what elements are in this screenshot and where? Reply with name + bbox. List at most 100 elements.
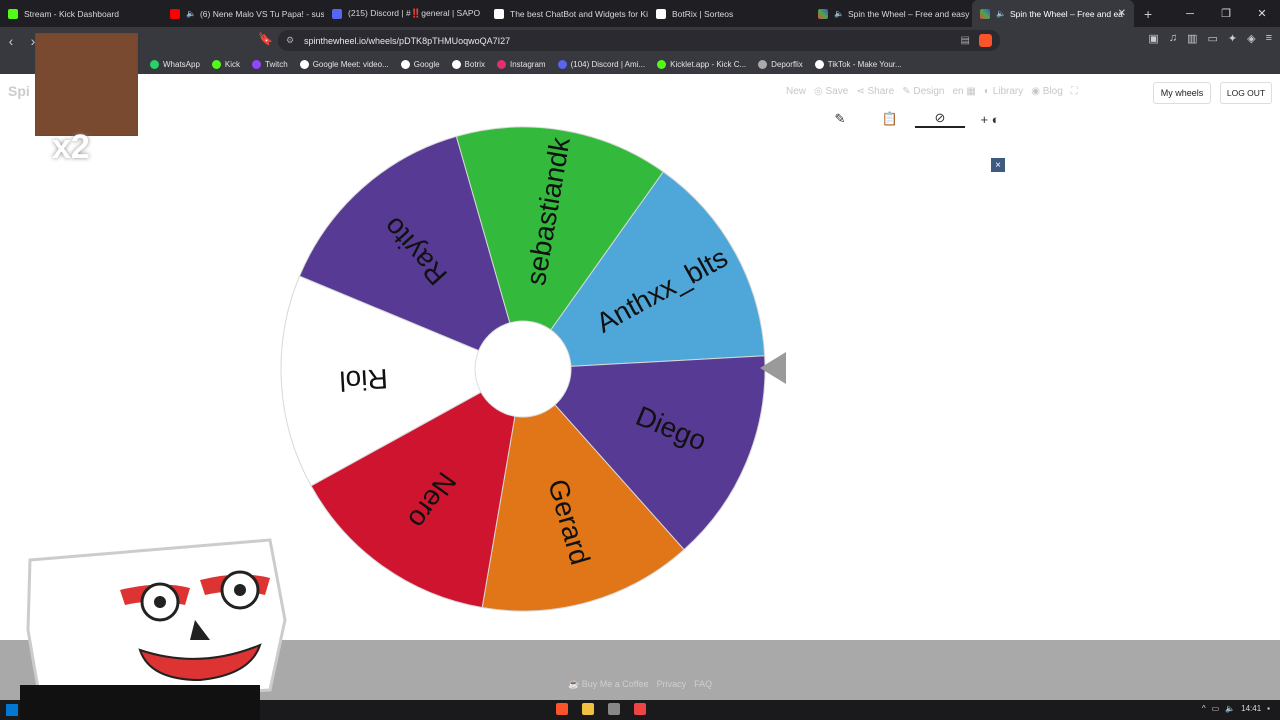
- instagram-icon: [497, 59, 506, 69]
- bookmark-icon[interactable]: 🔖: [258, 32, 273, 46]
- menu-new[interactable]: New: [786, 86, 806, 97]
- vpn-app-icon[interactable]: [634, 703, 646, 715]
- window-controls: ─ ❐ ✕: [1172, 0, 1280, 27]
- webcam-face-overlay: [35, 33, 138, 136]
- kick-icon: [8, 8, 18, 19]
- diamond-icon: [494, 8, 504, 19]
- diamond-icon: [656, 8, 666, 19]
- youtube-icon: [170, 8, 180, 19]
- tab-spinwheel-1[interactable]: 🔈 Spin the Wheel – Free and easy: [810, 0, 972, 27]
- top-menu: New ◎ Save ⋖ Share ✎ Design en ▦ ◐ Libra…: [786, 86, 1078, 97]
- bookmarks-bar: WhatsApp Kick Twitch Google Meet: video.…: [0, 54, 1280, 74]
- bookmark-google-meet[interactable]: Google Meet: video...: [299, 59, 389, 69]
- wheel-pointer-icon: [760, 352, 786, 384]
- my-wheels-button[interactable]: My wheels: [1153, 82, 1211, 104]
- coffee-icon: ☕: [568, 679, 582, 689]
- spin-wheel[interactable]: sebastiandk Anthxx_blts Diego Gerard Nero Rio…: [280, 126, 770, 621]
- bookmark-discord[interactable]: (104) Discord | Ami...: [557, 59, 645, 69]
- privacy-link[interactable]: Privacy: [657, 679, 687, 690]
- bookmark-kick[interactable]: Kick: [211, 59, 240, 69]
- back-icon[interactable]: ‹: [0, 33, 22, 49]
- bookmark-kicklet[interactable]: Kicklet.app - Kick C...: [657, 59, 746, 69]
- bookmark-botrix[interactable]: Botrix: [451, 59, 485, 69]
- fullscreen-icon[interactable]: ⛶: [1071, 86, 1078, 97]
- hide-eye-icon[interactable]: ⊘: [915, 110, 965, 128]
- vpn-icon[interactable]: ◈: [1247, 32, 1255, 45]
- color-wheel-icon: ◉: [1031, 86, 1043, 97]
- kicklet-icon: [657, 59, 667, 69]
- globe-icon: ◐: [983, 86, 993, 97]
- tab-bar: Stream - Kick Dashboard 🔈 (6) Nene Malo V…: [0, 0, 1280, 27]
- folder-app-icon[interactable]: [582, 703, 594, 715]
- coffee-link[interactable]: ☕ Buy Me a Coffee: [568, 679, 649, 690]
- new-tab-button[interactable]: +: [1134, 6, 1152, 22]
- site-settings-icon[interactable]: ⚙: [286, 35, 294, 46]
- wheel-icon: [818, 8, 828, 19]
- brave-shield-icon[interactable]: [979, 34, 992, 47]
- menu-library[interactable]: ◐ Library: [984, 86, 1023, 97]
- close-panel-button[interactable]: ×: [991, 158, 1005, 172]
- bookmark-whatsapp[interactable]: WhatsApp: [150, 59, 200, 69]
- diamond-icon: [451, 59, 461, 69]
- discord-icon: [332, 8, 342, 19]
- speaker-icon: 🔈: [996, 9, 1006, 18]
- screenshot-icon[interactable]: ▣: [1148, 32, 1158, 45]
- menu-share[interactable]: ⋖ Share: [856, 86, 894, 97]
- brave-app-icon[interactable]: [556, 703, 568, 715]
- menu-language[interactable]: en ▦: [953, 86, 976, 97]
- leo-icon[interactable]: ✦: [1228, 32, 1237, 45]
- obs-app-icon[interactable]: [608, 703, 620, 715]
- speaker-icon: 🔈: [834, 9, 844, 18]
- clock[interactable]: 14:41: [1241, 704, 1261, 713]
- bookmark-instagram[interactable]: Instagram: [497, 59, 546, 69]
- tab-chatbot[interactable]: The best ChatBot and Widgets for Ki: [486, 0, 648, 27]
- reader-icon[interactable]: ▤: [961, 35, 970, 46]
- logout-button[interactable]: LOG OUT: [1220, 82, 1272, 104]
- tab-youtube[interactable]: 🔈 (6) Nene Malo VS Tu Papa! - sus: [162, 0, 324, 27]
- notifications-icon[interactable]: ▪: [1267, 704, 1270, 713]
- google-icon: [400, 59, 410, 69]
- tab-kick-dashboard[interactable]: Stream - Kick Dashboard: [0, 0, 162, 27]
- speaker-icon: 🔈: [186, 9, 196, 18]
- entries-list-icon[interactable]: 📋: [865, 111, 915, 127]
- sidebar-icon[interactable]: ▥: [1187, 32, 1197, 45]
- skull-sticker-icon: [20, 538, 287, 720]
- edit-pencil-icon[interactable]: ✎: [815, 111, 865, 127]
- deporflix-icon: [758, 59, 768, 69]
- music-icon[interactable]: ♫: [1169, 32, 1177, 45]
- close-tab-icon[interactable]: ✕: [1118, 8, 1126, 19]
- url-field[interactable]: ⚙ spinthewheel.io/wheels/pDTK8pTHMUoqwoQ…: [278, 30, 1000, 51]
- maximize-icon[interactable]: ❐: [1208, 0, 1244, 27]
- site-logo[interactable]: Spi: [8, 83, 30, 99]
- menu-save[interactable]: ◎ Save: [814, 86, 848, 97]
- multiplier-label: x2: [52, 128, 90, 166]
- minimize-icon[interactable]: ─: [1172, 0, 1208, 27]
- tray-chevron-icon[interactable]: ^: [1202, 704, 1206, 713]
- save-icon: ◎: [814, 86, 826, 97]
- bookmark-deporflix[interactable]: Deporflix: [758, 59, 803, 69]
- tab-spinwheel-2[interactable]: 🔈 Spin the Wheel – Free and ea ✕: [972, 0, 1134, 27]
- bookmark-google[interactable]: Google: [400, 59, 440, 69]
- network-icon[interactable]: ▭: [1212, 704, 1220, 713]
- wheel-hub[interactable]: [474, 320, 572, 418]
- faq-link[interactable]: FAQ: [694, 679, 712, 690]
- close-window-icon[interactable]: ✕: [1244, 0, 1280, 27]
- tab-botrix[interactable]: BotRix | Sorteos: [648, 0, 810, 27]
- bookmark-twitch[interactable]: Twitch: [252, 59, 288, 69]
- browser-toolbar: ▣ ♫ ▥ ▭ ✦ ◈ ≡: [1148, 32, 1272, 45]
- add-wheel-icon[interactable]: + ◐: [965, 112, 1015, 127]
- twitch-icon: [252, 59, 262, 69]
- menu-design[interactable]: ✎ Design: [902, 86, 944, 97]
- wheel-icon: [980, 8, 990, 19]
- system-tray: ^ ▭ 🔈 14:41 ▪: [1202, 704, 1270, 713]
- volume-icon[interactable]: 🔈: [1225, 704, 1235, 713]
- wheel-svg[interactable]: sebastiandkAnthxx_bltsDiegoGerardNeroRio…: [280, 126, 770, 616]
- wallet-icon[interactable]: ▭: [1207, 32, 1217, 45]
- menu-blog[interactable]: ◉ Blog: [1031, 86, 1063, 97]
- menu-icon[interactable]: ≡: [1266, 32, 1272, 45]
- bookmark-tiktok[interactable]: TikTok - Make Your...: [814, 59, 902, 69]
- address-bar-row: ‹ › 🔖 ⚙ spinthewheel.io/wheels/pDTK8pTHM…: [0, 27, 1280, 54]
- tab-discord[interactable]: (215) Discord | #‼️general | SAPO: [324, 0, 486, 27]
- tiktok-icon: [814, 59, 824, 69]
- discord-icon: [557, 59, 567, 69]
